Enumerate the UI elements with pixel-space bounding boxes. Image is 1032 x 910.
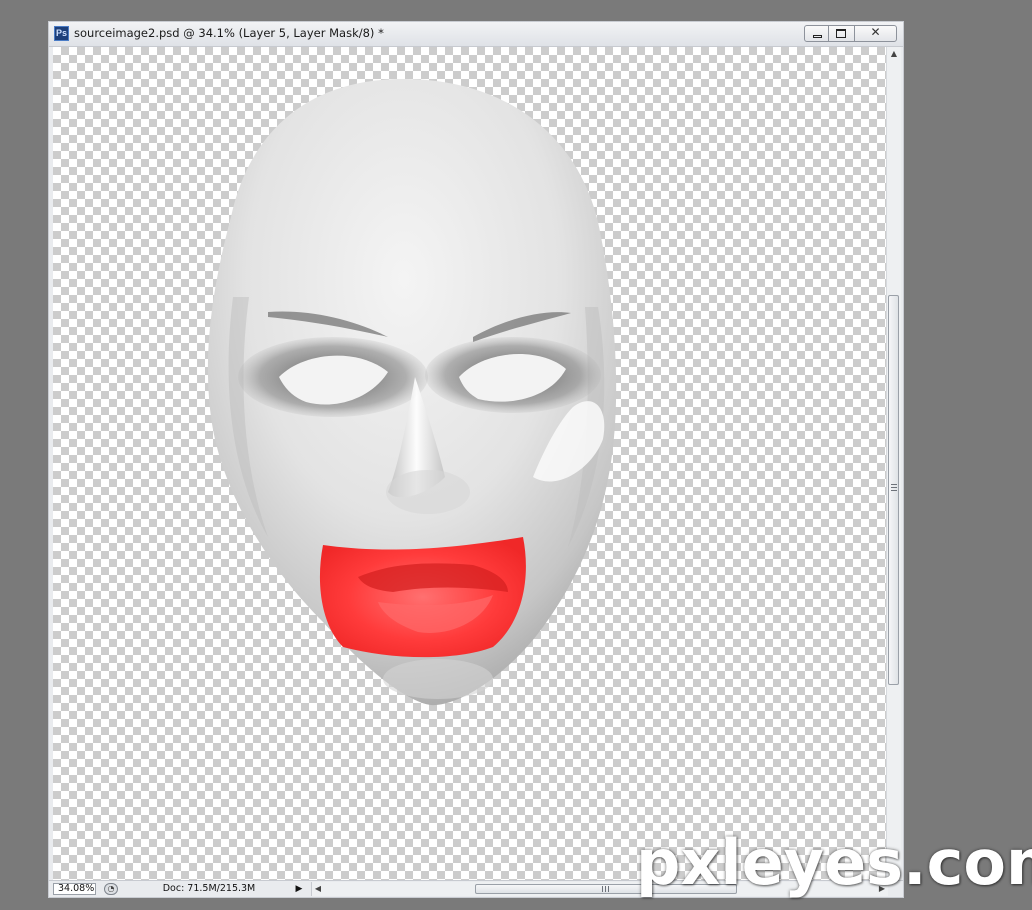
close-icon: ✕ <box>870 25 881 39</box>
vertical-scrollbar[interactable]: ▲ ▼ <box>886 47 901 880</box>
maximize-button[interactable] <box>829 25 854 42</box>
photoshop-icon[interactable]: Ps <box>54 26 69 41</box>
title-bar[interactable]: Ps sourceimage2.psd @ 34.1% (Layer 5, La… <box>49 22 903 47</box>
status-info-icon[interactable]: ◔ <box>104 883 118 895</box>
mask-face-image <box>207 79 617 706</box>
doc-size-info: Doc: 71.5M/215.3M <box>162 883 256 894</box>
vertical-scroll-thumb[interactable] <box>888 295 899 685</box>
zoom-level-field[interactable]: 34.08% <box>53 883 96 895</box>
document-window: Ps sourceimage2.psd @ 34.1% (Layer 5, La… <box>48 21 904 898</box>
close-button[interactable]: ✕ <box>854 25 897 42</box>
red-lips <box>319 537 526 658</box>
watermark-logo: pxleyes.com <box>636 826 1032 899</box>
minimize-button[interactable] <box>804 25 829 42</box>
scroll-grip-icon <box>891 484 897 491</box>
document-canvas[interactable] <box>53 47 886 880</box>
window-controls: ✕ <box>804 25 897 42</box>
play-arrow-icon[interactable]: ▶ <box>293 883 305 895</box>
document-title: sourceimage2.psd @ 34.1% (Layer 5, Layer… <box>74 26 384 40</box>
scroll-left-arrow-icon[interactable]: ◀ <box>312 882 324 896</box>
scroll-grip-icon <box>602 886 609 892</box>
scroll-up-arrow-icon[interactable]: ▲ <box>887 47 901 61</box>
